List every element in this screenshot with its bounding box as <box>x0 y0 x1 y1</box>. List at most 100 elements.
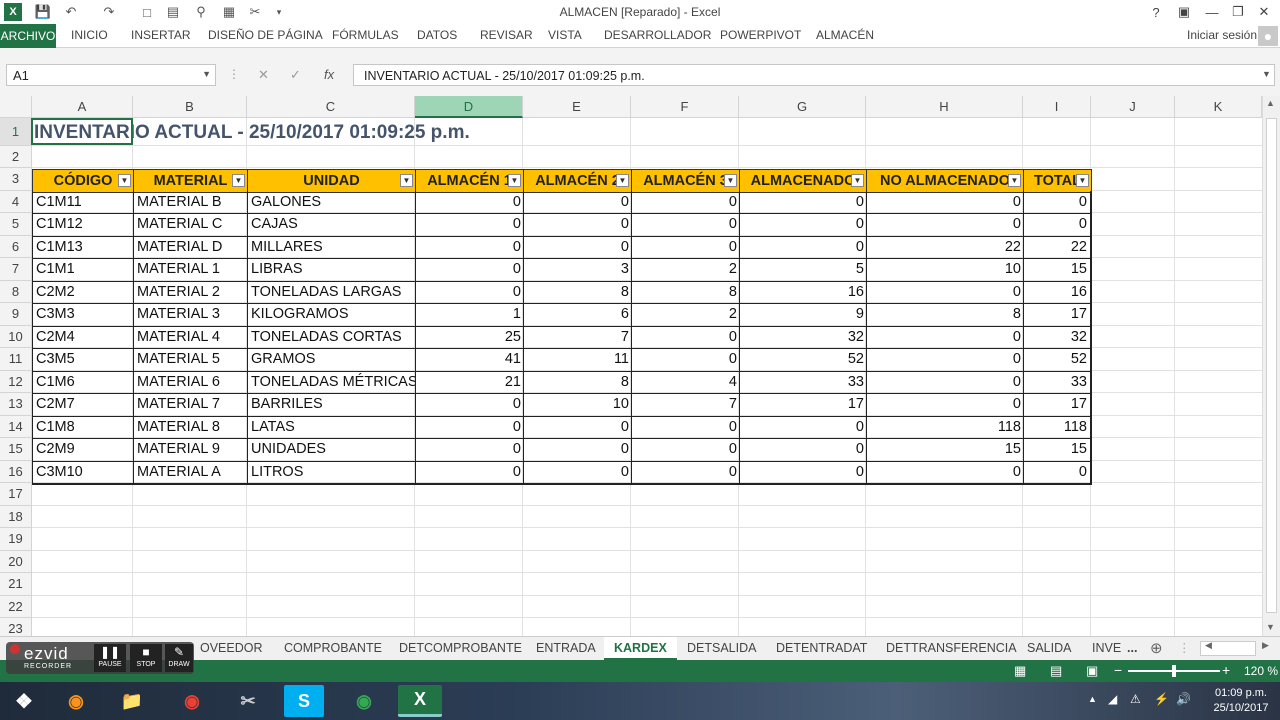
scroll-left-icon[interactable]: ◀ <box>1205 640 1212 651</box>
row-header-2[interactable]: 2 <box>0 145 32 168</box>
column-header-i[interactable]: I <box>1023 96 1091 118</box>
formula-input[interactable]: INVENTARIO ACTUAL - 25/10/2017 01:09:25 … <box>353 64 1275 86</box>
table-cell[interactable]: 0 <box>739 460 867 484</box>
row-header-13[interactable]: 13 <box>0 393 32 416</box>
table-cell[interactable]: 0 <box>739 415 867 439</box>
tab-revisar[interactable]: REVISAR <box>480 28 533 42</box>
table-cell[interactable]: 16 <box>739 280 867 304</box>
taskbar-time[interactable]: 01:09 p.m. <box>1206 687 1276 699</box>
sheet-tab-comprobante[interactable]: COMPROBANTE <box>284 641 382 655</box>
table-cell[interactable]: CAJAS <box>247 213 416 237</box>
cancel-icon[interactable]: ✕ <box>258 67 269 83</box>
table-cell[interactable]: 0 <box>415 438 524 462</box>
column-header-k[interactable]: K <box>1175 96 1262 118</box>
table-cell[interactable]: 0 <box>866 348 1024 372</box>
filter-dropdown-icon[interactable]: ▼ <box>118 174 131 187</box>
table-cell[interactable]: C1M11 <box>32 190 134 214</box>
table-cell[interactable]: 33 <box>739 370 867 394</box>
table-cell[interactable]: 0 <box>631 460 740 484</box>
table-header-cell[interactable]: MATERIAL ▼ <box>133 169 248 193</box>
row-header-20[interactable]: 20 <box>0 550 32 573</box>
expand-formula-bar-icon[interactable]: ▼ <box>1262 69 1271 79</box>
filter-dropdown-icon[interactable]: ▼ <box>400 174 413 187</box>
table-cell[interactable]: 0 <box>631 438 740 462</box>
tab-almacen[interactable]: ALMACÉN <box>816 28 874 42</box>
filter-dropdown-icon[interactable]: ▼ <box>1008 174 1021 187</box>
table-cell[interactable]: C2M9 <box>32 438 134 462</box>
table-cell[interactable]: MATERIAL 5 <box>133 348 248 372</box>
table-cell[interactable]: C1M12 <box>32 213 134 237</box>
table-cell[interactable]: MATERIAL 3 <box>133 303 248 327</box>
table-cell[interactable]: 41 <box>415 348 524 372</box>
sheet-tab-proveedor[interactable]: OVEEDOR <box>200 641 263 655</box>
table-cell[interactable]: 8 <box>523 280 632 304</box>
insert-function-icon[interactable]: fx <box>324 67 334 82</box>
zoom-in-icon[interactable]: + <box>1222 662 1230 678</box>
table-cell[interactable]: 8 <box>631 280 740 304</box>
table-cell[interactable]: GRAMOS <box>247 348 416 372</box>
table-cell[interactable]: 0 <box>523 438 632 462</box>
file-explorer-icon[interactable]: 📁 <box>110 685 154 717</box>
table-cell[interactable]: LIBRAS <box>247 258 416 282</box>
table-cell[interactable]: 21 <box>415 370 524 394</box>
table-cell[interactable]: 0 <box>739 438 867 462</box>
scrollbar-thumb[interactable] <box>1266 118 1277 613</box>
more-sheets-ellipsis[interactable]: ... <box>1127 641 1137 655</box>
scroll-up-icon[interactable]: ▲ <box>1266 98 1275 108</box>
zoom-level[interactable]: 120 % <box>1244 664 1278 678</box>
table-cell[interactable]: 0 <box>631 415 740 439</box>
table-cell[interactable]: 11 <box>523 348 632 372</box>
sign-in-link[interactable]: Iniciar sesión <box>1187 28 1257 42</box>
table-cell[interactable]: 0 <box>523 460 632 484</box>
table-cell[interactable]: 15 <box>866 438 1024 462</box>
table-cell[interactable]: MATERIAL 8 <box>133 415 248 439</box>
column-header-d[interactable]: D <box>415 96 523 118</box>
snipping-tool-icon[interactable]: ✂ <box>226 685 270 717</box>
table-cell[interactable]: TONELADAS LARGAS <box>247 280 416 304</box>
table-cell[interactable]: 2 <box>631 303 740 327</box>
minimize-icon[interactable]: — <box>1198 2 1226 22</box>
skype-icon[interactable]: S <box>284 685 324 717</box>
row-header-16[interactable]: 16 <box>0 460 32 483</box>
table-cell[interactable]: C1M1 <box>32 258 134 282</box>
tab-vista[interactable]: VISTA <box>548 28 582 42</box>
sheet-tab-kardex[interactable]: KARDEX <box>604 637 677 661</box>
table-cell[interactable]: MATERIAL 6 <box>133 370 248 394</box>
table-cell[interactable]: 6 <box>523 303 632 327</box>
table-cell[interactable]: 10 <box>523 393 632 417</box>
tab-datos[interactable]: DATOS <box>417 28 457 42</box>
row-header-19[interactable]: 19 <box>0 528 32 551</box>
filter-dropdown-icon[interactable]: ▼ <box>508 174 521 187</box>
table-header-cell[interactable]: ALMACÉN 2 ▼ <box>523 169 632 193</box>
table-cell[interactable]: 0 <box>631 213 740 237</box>
table-cell[interactable]: MATERIAL 2 <box>133 280 248 304</box>
table-cell[interactable]: 0 <box>415 393 524 417</box>
table-cell[interactable]: 15 <box>1023 258 1092 282</box>
table-cell[interactable]: 10 <box>866 258 1024 282</box>
sheet-tab-salida[interactable]: SALIDA <box>1027 641 1071 655</box>
chevron-down-icon[interactable]: ▼ <box>202 69 211 79</box>
table-cell[interactable]: 17 <box>1023 303 1092 327</box>
taskbar-date[interactable]: 25/10/2017 <box>1206 702 1276 714</box>
tab-inicio[interactable]: INICIO <box>71 28 108 42</box>
row-header-9[interactable]: 9 <box>0 303 32 326</box>
table-header-cell[interactable]: ALMACÉN 3 ▼ <box>631 169 740 193</box>
table-cell[interactable]: 0 <box>631 325 740 349</box>
ribbon-display-options-icon[interactable]: ▣ <box>1170 2 1198 22</box>
table-header-cell[interactable]: UNIDAD ▼ <box>247 169 416 193</box>
chrome-icon[interactable]: ◉ <box>170 685 214 717</box>
table-cell[interactable]: MATERIAL 4 <box>133 325 248 349</box>
table-cell[interactable]: C2M7 <box>32 393 134 417</box>
table-cell[interactable]: 0 <box>866 280 1024 304</box>
table-cell[interactable]: 0 <box>523 213 632 237</box>
table-cell[interactable]: 52 <box>1023 348 1092 372</box>
sheet-tab-entrada[interactable]: ENTRADA <box>536 641 596 655</box>
row-header-18[interactable]: 18 <box>0 505 32 528</box>
scroll-down-icon[interactable]: ▼ <box>1266 622 1275 632</box>
scroll-right-icon[interactable]: ▶ <box>1262 640 1269 651</box>
table-cell[interactable]: MATERIAL 9 <box>133 438 248 462</box>
windows-start-icon[interactable]: ❖ <box>2 685 46 717</box>
sheet-tab-inventario[interactable]: INVE <box>1092 641 1121 655</box>
table-cell[interactable]: 8 <box>523 370 632 394</box>
sheet-tab-detsalida[interactable]: DETSALIDA <box>687 641 756 655</box>
